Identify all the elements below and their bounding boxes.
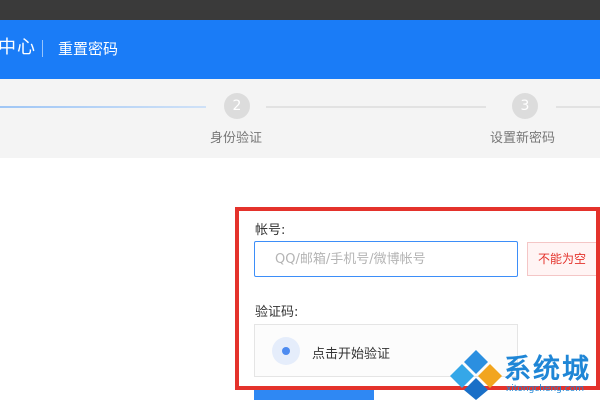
browser-top-bar — [0, 0, 600, 20]
step-3-label: 设置新密码 — [490, 131, 556, 146]
header-divider — [42, 40, 43, 57]
watermark-text: 系统城 — [504, 354, 591, 385]
watermark-url: xitongcheng.com — [506, 384, 584, 394]
submit-button[interactable] — [254, 390, 374, 400]
brand-title[interactable]: 中心 — [0, 37, 36, 59]
watermark: 系统城 xitongcheng.com — [448, 346, 600, 400]
progress-steps: 2 身份验证 3 设置新密码 — [0, 79, 600, 158]
step-line-pending — [556, 106, 600, 108]
page-header: 中心 重置密码 — [0, 20, 600, 79]
step-2-circle: 2 — [224, 93, 250, 119]
step-3-circle: 3 — [512, 93, 538, 119]
step-line-completed — [0, 106, 206, 108]
page-title: 重置密码 — [58, 40, 119, 58]
step-line-pending — [266, 106, 486, 108]
watermark-logo-icon — [450, 350, 502, 400]
step-2-label: 身份验证 — [210, 131, 263, 146]
